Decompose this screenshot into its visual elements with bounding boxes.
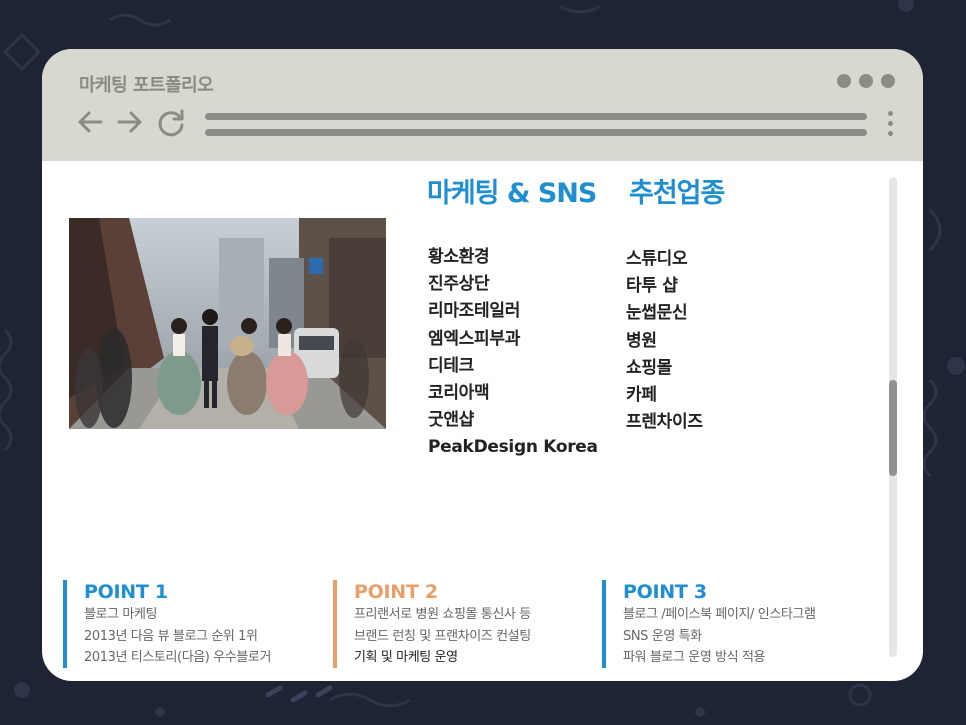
scrollbar-thumb[interactable] (889, 380, 897, 476)
list-item: 타투 샵 (626, 276, 678, 297)
list-item: PeakDesign Korea (428, 437, 598, 458)
window-control-dot[interactable] (837, 74, 851, 88)
list-item: 프렌차이즈 (626, 412, 703, 433)
marketing-sns-heading: 마케팅 & SNS (427, 178, 597, 209)
point-title: POINT 3 (623, 581, 707, 603)
arrow-right-icon[interactable] (115, 107, 145, 137)
window-controls (837, 74, 895, 88)
list-item: 눈썹문신 (626, 303, 688, 324)
point-line: SNS 운영 특화 (623, 628, 702, 644)
browser-chrome: 마케팅 포트폴리오 (42, 49, 923, 161)
list-item: 코리아맥 (428, 383, 490, 404)
point-title: POINT 2 (354, 581, 438, 603)
recommend-list: 스튜디오타투 샵눈썹문신병원쇼핑몰카페프렌차이즈 (626, 246, 703, 436)
list-item: 디테크 (428, 355, 475, 376)
window-control-dot[interactable] (881, 74, 895, 88)
point-block: POINT 2 프리랜서로 병원 쇼핑몰 통신사 등브랜드 런칭 및 프랜차이즈 … (333, 580, 531, 668)
point-line: 블로그 /페이스북 페이지/ 인스타그램 (623, 607, 816, 622)
window-title: 마케팅 포트폴리오 (79, 75, 214, 96)
list-item: 카페 (626, 385, 657, 406)
list-item: 스튜디오 (626, 249, 688, 269)
list-item: 병원 (626, 330, 657, 351)
point-line: 파워 블로그 운영 방식 적용 (623, 650, 766, 665)
kebab-menu-icon[interactable] (888, 111, 893, 136)
list-item: 리마조테일러 (428, 301, 521, 322)
list-item: 황소환경 (428, 247, 490, 267)
list-item: 진주상단 (428, 274, 490, 295)
point-title: POINT 1 (84, 581, 168, 603)
window-control-dot[interactable] (859, 74, 873, 88)
list-item: 굿앤샵 (428, 410, 475, 431)
address-bar[interactable] (205, 113, 867, 120)
point-line: 기획 및 마케팅 운영 (354, 650, 458, 665)
arrow-left-icon[interactable] (75, 107, 105, 137)
point-line: 2013년 다음 뷰 블로그 순위 1위 (84, 628, 258, 644)
point-block: POINT 3 블로그 /페이스북 페이지/ 인스타그램 SNS 운영 특화파워 블… (602, 580, 816, 668)
scrollbar-track[interactable] (889, 177, 897, 657)
list-item: 쇼핑몰 (626, 357, 673, 378)
navigation-buttons (75, 107, 187, 139)
browser-window: 마케팅 포트폴리오 마케팅 & SNS 추천업종 황소환경 진주상단 리마조테일… (42, 49, 923, 681)
point-line: 블로그 마케팅 (84, 607, 158, 622)
point-line: 프리랜서로 병원 쇼핑몰 통신사 등 (354, 607, 531, 622)
point-line: 2013년 티스토리(다음) 우수블로거 (84, 650, 272, 665)
point-line: 브랜드 런칭 및 프랜차이즈 컨설팅 (354, 628, 531, 644)
point-block: POINT 1 블로그 마케팅 2013년 다음 뷰 블로그 순위 1위 2013년 … (63, 580, 271, 668)
client-list: 황소환경진주상단리마조테일러엠엑스피부과디테크코리아맥굿앤샵 PeakDesign… (428, 244, 598, 462)
address-bar-line (205, 129, 867, 136)
list-item: 엠엑스피부과 (428, 328, 521, 349)
reload-icon[interactable] (155, 107, 187, 139)
street-photo (69, 218, 386, 429)
recommend-heading: 추천업종 (629, 178, 725, 209)
